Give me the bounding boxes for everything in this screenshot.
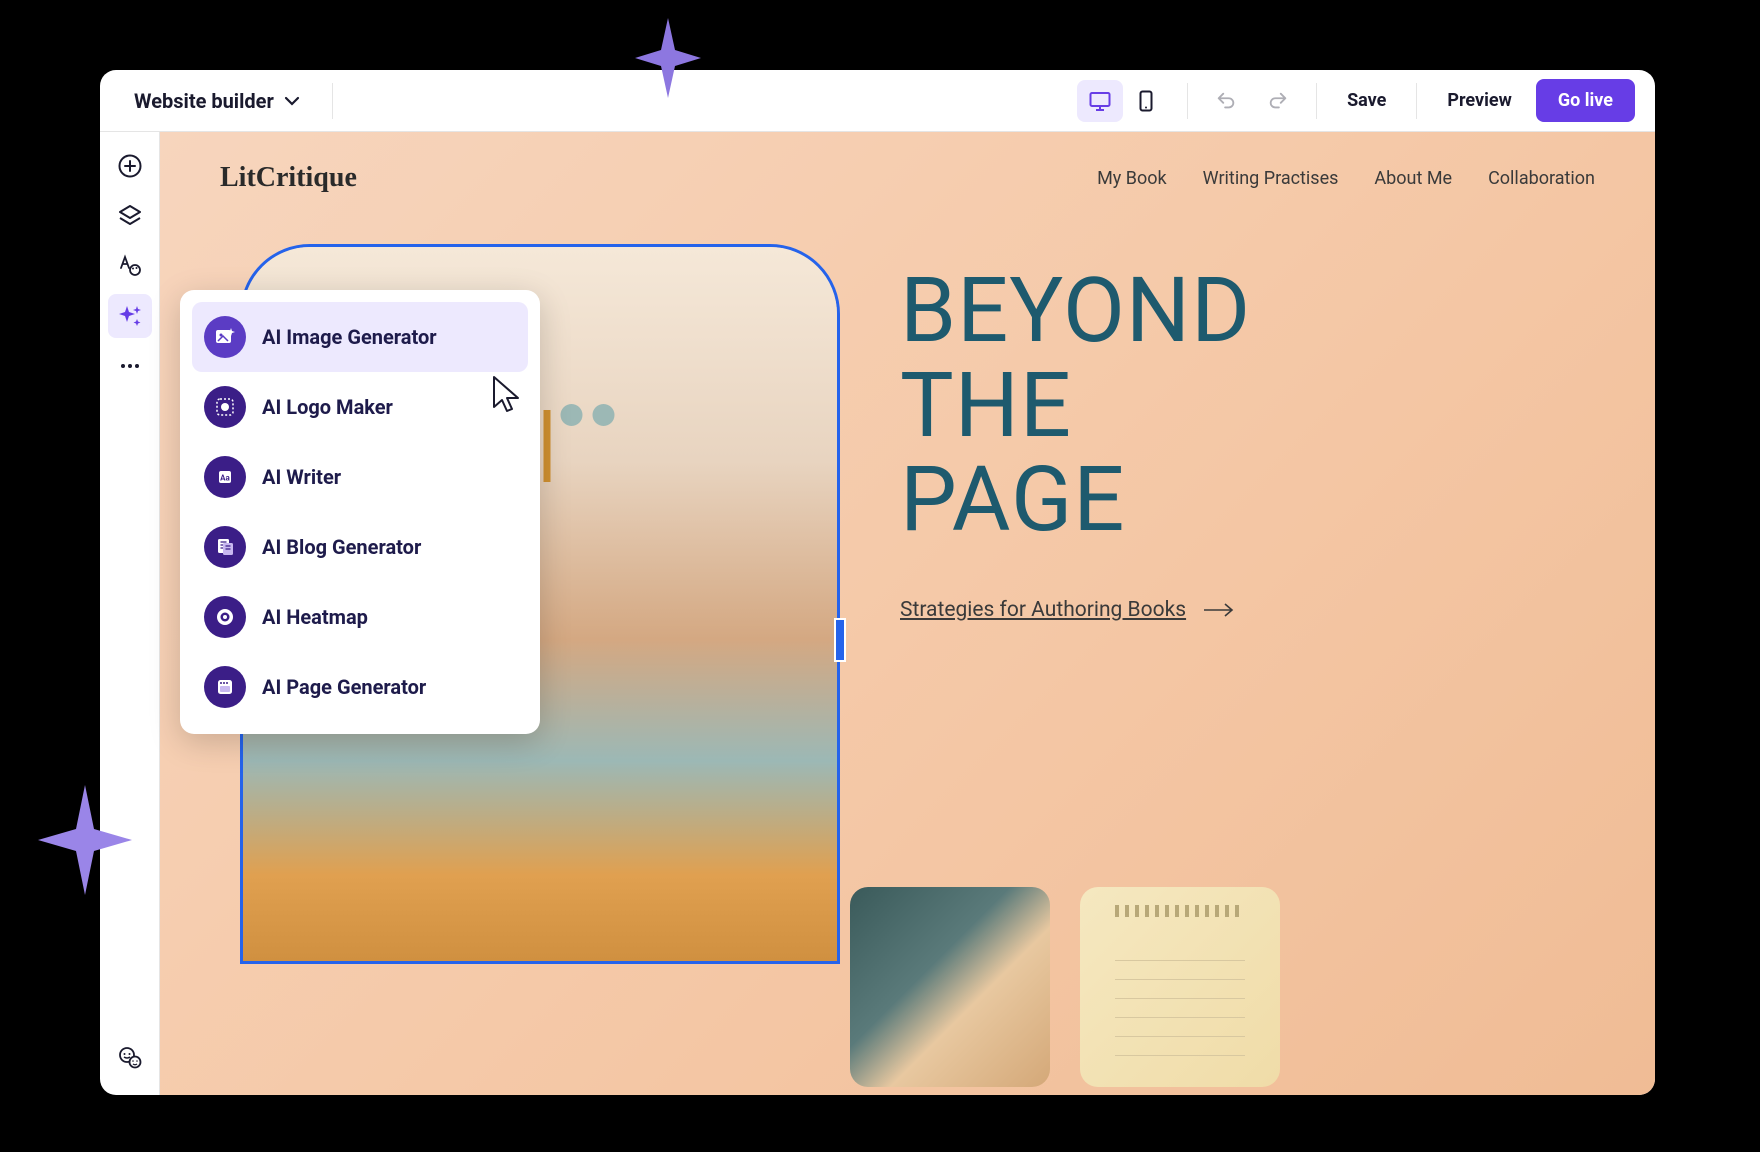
more-button[interactable] — [108, 344, 152, 388]
ai-menu-item-logo-maker[interactable]: AI Logo Maker — [192, 372, 528, 442]
ai-menu-item-image-generator[interactable]: AI Image Generator — [192, 302, 528, 372]
feedback-button[interactable] — [108, 1035, 152, 1079]
ai-menu-label: AI Writer — [262, 465, 341, 489]
nav-item[interactable]: Writing Practises — [1203, 168, 1339, 189]
sparkle-decoration-icon — [635, 18, 701, 98]
left-rail — [100, 132, 160, 1095]
ai-menu-item-writer[interactable]: Aa AI Writer — [192, 442, 528, 512]
hero-title-line: THE — [900, 359, 1251, 454]
layers-icon — [117, 203, 143, 229]
mobile-view-button[interactable] — [1123, 80, 1169, 122]
separator — [332, 83, 333, 119]
ai-menu-label: AI Page Generator — [262, 675, 426, 699]
writer-icon: Aa — [204, 456, 246, 498]
ai-menu-label: AI Blog Generator — [262, 535, 421, 559]
preview-button[interactable]: Preview — [1435, 82, 1523, 119]
redo-button[interactable] — [1258, 81, 1298, 121]
desktop-icon — [1088, 89, 1112, 113]
site-header: LitCritique My Book Writing Practises Ab… — [160, 132, 1655, 224]
hero-title-line: BEYOND — [900, 264, 1251, 359]
ai-menu-label: AI Image Generator — [262, 325, 437, 349]
site-nav: My Book Writing Practises About Me Colla… — [1097, 168, 1595, 189]
separator — [1316, 83, 1317, 119]
arrow-right-icon — [1204, 603, 1234, 617]
hero-link[interactable]: Strategies for Authoring Books — [900, 598, 1234, 622]
site-logo[interactable]: LitCritique — [220, 162, 357, 194]
ai-tools-button[interactable] — [108, 294, 152, 338]
nav-item[interactable]: Collaboration — [1488, 168, 1595, 189]
separator — [1187, 83, 1188, 119]
redo-icon — [1267, 90, 1289, 112]
sparkle-icon — [117, 303, 143, 329]
nav-item[interactable]: About Me — [1374, 168, 1452, 189]
nav-item[interactable]: My Book — [1097, 168, 1167, 189]
thumbnail-row — [850, 887, 1280, 1087]
separator — [1416, 83, 1417, 119]
logo-icon — [204, 386, 246, 428]
heatmap-icon — [204, 596, 246, 638]
undo-icon — [1215, 90, 1237, 112]
device-toggle — [1077, 80, 1169, 122]
hero-link-label: Strategies for Authoring Books — [900, 598, 1186, 622]
image-sparkle-icon — [204, 316, 246, 358]
brand-dropdown[interactable]: Website builder — [120, 81, 314, 121]
thumbnail-image[interactable] — [1080, 887, 1280, 1087]
ai-menu-label: AI Heatmap — [262, 605, 368, 629]
ai-menu-item-blog-generator[interactable]: AI Blog Generator — [192, 512, 528, 582]
ai-menu-item-page-generator[interactable]: AI Page Generator — [192, 652, 528, 722]
page-icon — [204, 666, 246, 708]
topbar: Website builder Save Preview Go live — [100, 70, 1655, 132]
ai-menu-label: AI Logo Maker — [262, 395, 393, 419]
feedback-icon — [117, 1044, 143, 1070]
undo-button[interactable] — [1206, 81, 1246, 121]
layers-button[interactable] — [108, 194, 152, 238]
ai-tools-popover: AI Image Generator AI Logo Maker Aa AI W… — [180, 290, 540, 734]
blog-icon — [204, 526, 246, 568]
mobile-icon — [1134, 89, 1158, 113]
svg-text:Aa: Aa — [220, 474, 230, 483]
hero-title-line: PAGE — [900, 453, 1251, 548]
resize-handle-right[interactable] — [834, 618, 846, 662]
text-palette-icon — [117, 253, 143, 279]
brand-label: Website builder — [134, 89, 274, 113]
plus-circle-icon — [117, 153, 143, 179]
hero-title[interactable]: BEYOND THE PAGE — [900, 264, 1251, 548]
ai-menu-item-heatmap[interactable]: AI Heatmap — [192, 582, 528, 652]
styles-button[interactable] — [108, 244, 152, 288]
thumbnail-image[interactable] — [850, 887, 1050, 1087]
desktop-view-button[interactable] — [1077, 80, 1123, 122]
cursor-pointer-icon — [490, 375, 526, 419]
save-button[interactable]: Save — [1335, 82, 1398, 119]
go-live-button[interactable]: Go live — [1536, 79, 1635, 122]
chevron-down-icon — [284, 93, 300, 109]
dots-icon — [117, 353, 143, 379]
add-element-button[interactable] — [108, 144, 152, 188]
sparkle-decoration-icon — [38, 785, 132, 895]
